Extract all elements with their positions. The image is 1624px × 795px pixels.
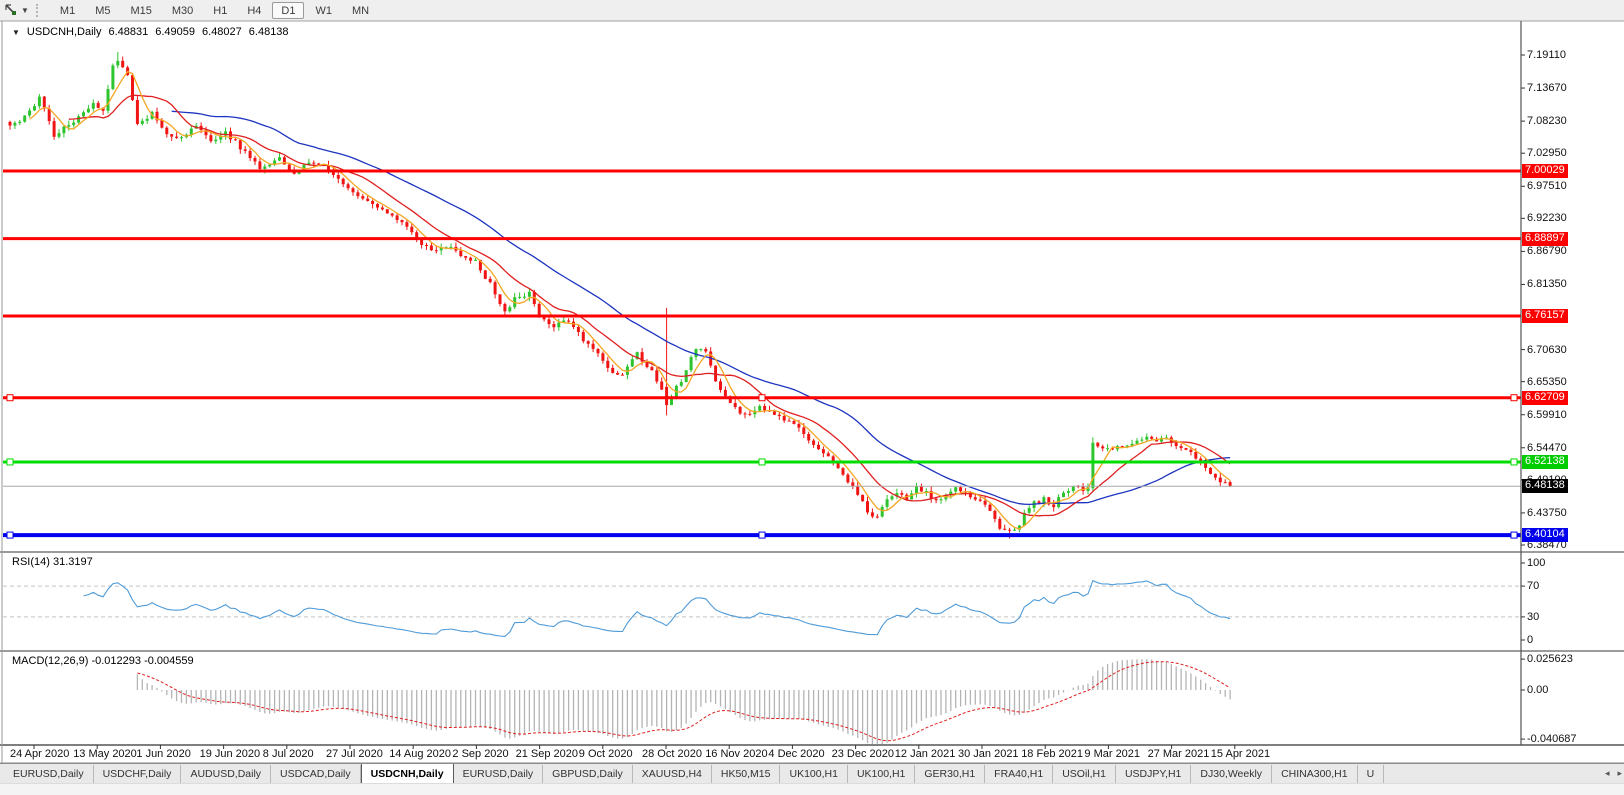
date-tick-label: 13 May 2020	[73, 748, 137, 760]
date-tick-label: 8 Jul 2020	[263, 748, 314, 760]
rsi-tick-label: 100	[1527, 557, 1545, 569]
ohlc-close: 6.48138	[249, 26, 289, 38]
date-tick-label: 16 Nov 2020	[705, 748, 767, 760]
price-tick-label: 6.86790	[1527, 245, 1567, 257]
cursor-crosshair-icon[interactable]	[4, 3, 20, 18]
price-tick-label: 6.65350	[1527, 376, 1567, 388]
date-tick-label: 12 Jan 2021	[895, 748, 956, 760]
date-tick-label: 2 Sep 2020	[452, 748, 508, 760]
ohlc-open: 6.48831	[108, 26, 148, 38]
date-tick-label: 21 Sep 2020	[516, 748, 578, 760]
chart-canvas[interactable]	[0, 21, 1521, 745]
timeframe-button-h4[interactable]: H4	[238, 2, 270, 19]
chart-tab-usdcad-daily[interactable]: USDCAD,Daily	[271, 765, 361, 783]
chart-tab-audusd-daily[interactable]: AUDUSD,Daily	[181, 765, 271, 783]
macd-indicator-label: MACD(12,26,9) -0.012293 -0.004559	[12, 655, 194, 667]
date-tick-label: 1 Jun 2020	[136, 748, 190, 760]
caret-down-icon[interactable]: ▼	[21, 6, 29, 15]
chart-tab-usdjpy-h1[interactable]: USDJPY,H1	[1116, 765, 1191, 783]
tab-scroll-arrows: ◂ ▸	[1605, 768, 1622, 779]
timeframe-button-d1[interactable]: D1	[272, 2, 304, 19]
status-strip	[0, 783, 1624, 795]
timeframe-button-m15[interactable]: M15	[121, 2, 160, 19]
timeframe-button-m1[interactable]: M1	[51, 2, 84, 19]
macd-tick-label: -0.040687	[1527, 733, 1577, 745]
timeframe-button-w1[interactable]: W1	[306, 2, 341, 19]
macd-tick-label: 0.00	[1527, 684, 1548, 696]
date-tick-label: 27 Mar 2021	[1148, 748, 1210, 760]
timeframe-button-m5[interactable]: M5	[86, 2, 119, 19]
rsi-tick-label: 0	[1527, 634, 1533, 646]
date-tick-label: 9 Mar 2021	[1084, 748, 1140, 760]
price-tick-label: 7.19110	[1527, 49, 1566, 61]
date-tick-label: 24 Apr 2020	[10, 748, 69, 760]
price-level-badge: 6.88897	[1522, 232, 1568, 246]
chart-tab-hk50-m15[interactable]: HK50,M15	[712, 765, 781, 783]
date-tick-label: 15 Apr 2021	[1211, 748, 1270, 760]
price-tick-label: 6.81350	[1527, 278, 1567, 290]
timeframe-button-mn[interactable]: MN	[343, 2, 378, 19]
price-level-badge: 6.40104	[1522, 528, 1568, 542]
price-tick-label: 7.13670	[1527, 82, 1567, 94]
price-level-badge: 6.76157	[1522, 309, 1568, 323]
chart-tab-u[interactable]: U	[1358, 765, 1385, 783]
ohlc-high: 6.49059	[155, 26, 195, 38]
ohlc-low: 6.48027	[202, 26, 242, 38]
price-tick-label: 6.54470	[1527, 442, 1567, 454]
date-tick-label: 4 Dec 2020	[768, 748, 824, 760]
chart-symbol: USDCNH,Daily	[27, 26, 102, 38]
chart-tab-ger30-h1[interactable]: GER30,H1	[915, 765, 985, 783]
timeframe-toolbar: ▼ M1M5M15M30H1H4D1W1MN	[0, 0, 1624, 21]
price-tick-label: 6.59910	[1527, 409, 1567, 421]
price-level-badge: 6.62709	[1522, 391, 1568, 405]
toolbar-grip	[36, 4, 40, 17]
chart-tab-xauusd-h4[interactable]: XAUUSD,H4	[633, 765, 712, 783]
price-level-badge: 6.48138	[1522, 479, 1568, 493]
mt4-window: ▼ M1M5M15M30H1H4D1W1MN ▼ USDCNH,Daily 6.…	[0, 0, 1624, 795]
price-tick-label: 7.08230	[1527, 115, 1567, 127]
chart-tab-uk100-h1[interactable]: UK100,H1	[848, 765, 915, 783]
price-tick-label: 6.70630	[1527, 344, 1567, 356]
arrow-left-icon[interactable]: ◂	[1605, 768, 1610, 779]
price-tick-label: 6.43750	[1527, 507, 1567, 519]
macd-tick-label: 0.025623	[1527, 653, 1573, 665]
chart-tab-eurusd-daily[interactable]: EURUSD,Daily	[454, 765, 544, 783]
date-tick-label: 14 Aug 2020	[389, 748, 451, 760]
chart-tab-eurusd-daily[interactable]: EURUSD,Daily	[4, 765, 94, 783]
date-tick-label: 19 Jun 2020	[200, 748, 261, 760]
date-tick-label: 28 Oct 2020	[642, 748, 702, 760]
price-tick-label: 6.92230	[1527, 212, 1567, 224]
triangle-down-icon[interactable]: ▼	[12, 28, 20, 37]
chart-tab-dj30-weekly[interactable]: DJ30,Weekly	[1191, 765, 1272, 783]
price-tick-label: 6.97510	[1527, 180, 1567, 192]
chart-tab-uk100-h1[interactable]: UK100,H1	[780, 765, 847, 783]
rsi-tick-label: 30	[1527, 611, 1539, 623]
rsi-indicator-label: RSI(14) 31.3197	[12, 556, 93, 568]
date-tick-label: 23 Dec 2020	[832, 748, 894, 760]
date-tick-label: 30 Jan 2021	[958, 748, 1019, 760]
chart-tab-bar: EURUSD,DailyUSDCHF,DailyAUDUSD,DailyUSDC…	[0, 763, 1624, 783]
chart-tab-usdcnh-daily[interactable]: USDCNH,Daily	[361, 763, 454, 783]
chart-tab-china300-h1[interactable]: CHINA300,H1	[1272, 765, 1358, 783]
date-tick-label: 9 Oct 2020	[579, 748, 633, 760]
timeframe-button-m30[interactable]: M30	[163, 2, 202, 19]
chart-tab-usoil-h1[interactable]: USOil,H1	[1053, 765, 1116, 783]
timeframe-buttons: M1M5M15M30H1H4D1W1MN	[50, 2, 379, 19]
price-tick-label: 7.02950	[1527, 147, 1567, 159]
chart-tab-fra40-h1[interactable]: FRA40,H1	[985, 765, 1053, 783]
chart-tab-usdchf-daily[interactable]: USDCHF,Daily	[94, 765, 182, 783]
date-tick-label: 27 Jul 2020	[326, 748, 383, 760]
date-tick-label: 18 Feb 2021	[1021, 748, 1083, 760]
chart-title: ▼ USDCNH,Daily 6.48831 6.49059 6.48027 6…	[12, 26, 289, 38]
price-level-badge: 7.00029	[1522, 164, 1568, 178]
arrow-right-icon[interactable]: ▸	[1617, 768, 1622, 779]
chart-tab-gbpusd-daily[interactable]: GBPUSD,Daily	[543, 765, 633, 783]
price-level-badge: 6.52138	[1522, 455, 1568, 469]
timeframe-button-h1[interactable]: H1	[204, 2, 236, 19]
rsi-tick-label: 70	[1527, 580, 1539, 592]
